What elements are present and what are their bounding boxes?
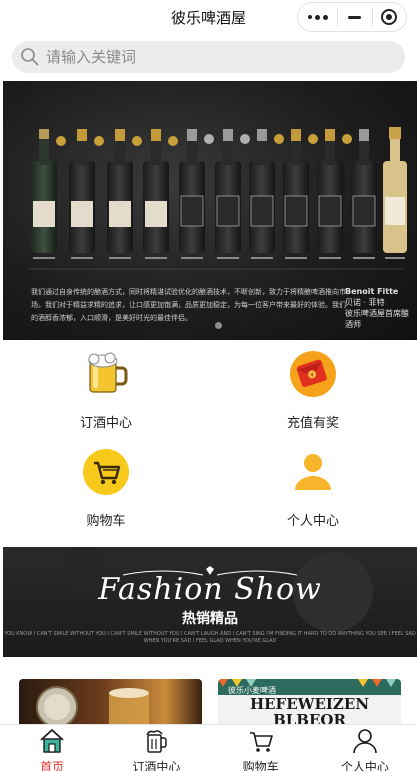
signature-role: 彼乐啤酒屋首席酿酒师 bbox=[345, 309, 409, 329]
fashion-lyric: YOU KNOW I CAN'T SMILE WITHOUT YOU I CAN… bbox=[4, 631, 416, 644]
home-icon bbox=[40, 729, 64, 753]
person-icon bbox=[353, 729, 377, 754]
target-close-icon[interactable] bbox=[373, 3, 406, 31]
tab-label: 购物车 bbox=[242, 760, 279, 771]
banner-signature: Benoit Fitte 贝诺 · 菲特 彼乐啤酒屋首席酿酒师 bbox=[345, 286, 411, 330]
fashion-show-banner[interactable]: Fashion Show 热销精品 YOU KNOW I CAN'T SMILE… bbox=[3, 547, 417, 657]
grid-item-order[interactable]: 订酒中心 bbox=[36, 340, 176, 431]
tab-label: 首页 bbox=[40, 760, 65, 771]
search-input[interactable] bbox=[46, 48, 376, 66]
banner-caption: 我们通过自身传统的酿酒方式，同时将精湛试验优化的酿酒技术，不断创新，致力于将精酿… bbox=[31, 288, 346, 322]
tab-order[interactable]: 订酒中心 bbox=[104, 725, 208, 771]
minimize-icon[interactable] bbox=[338, 3, 371, 31]
feature-grid: 订酒中心 ¥ 充值有奖 购物车 个人中心 bbox=[0, 340, 417, 540]
grid-item-label: 订酒中心 bbox=[79, 416, 132, 431]
product-card[interactable] bbox=[19, 679, 202, 727]
shopping-cart-icon bbox=[83, 449, 129, 495]
red-envelope-icon: ¥ bbox=[290, 351, 336, 397]
grid-item-profile[interactable]: 个人中心 bbox=[243, 438, 383, 529]
tab-cart[interactable]: 购物车 bbox=[209, 725, 313, 771]
tab-home[interactable]: 首页 bbox=[0, 725, 104, 771]
signature-cn: 贝诺 · 菲特 bbox=[345, 298, 385, 307]
user-icon bbox=[295, 454, 331, 490]
search-icon bbox=[21, 48, 39, 66]
grid-item-label: 个人中心 bbox=[286, 514, 339, 529]
product-card[interactable]: 彼乐小麦啤酒 HEFEWEIZEN BLBEOR bbox=[218, 679, 401, 727]
carousel-indicator-dot[interactable] bbox=[215, 322, 222, 329]
tab-label: 订酒中心 bbox=[132, 760, 181, 771]
beer-icon bbox=[146, 730, 168, 753]
grid-item-cart[interactable]: 购物车 bbox=[36, 438, 176, 529]
more-dots-icon[interactable] bbox=[298, 3, 337, 31]
product-card-headline: HEFEWEIZEN BLBEOR bbox=[218, 695, 401, 727]
fashion-subtitle: 热销精品 bbox=[182, 611, 238, 627]
fashion-title: Fashion Show bbox=[98, 572, 322, 607]
grid-item-label: 购物车 bbox=[86, 514, 126, 529]
search-bar[interactable] bbox=[12, 41, 405, 73]
signature-name: Benoit Fitte bbox=[345, 287, 399, 296]
product-card-image bbox=[36, 686, 149, 727]
hero-banner[interactable]: 我们通过自身传统的酿酒方式，同时将精湛试验优化的酿酒技术，不断创新，致力于将精酿… bbox=[3, 81, 417, 340]
top-nav-bar: 彼乐啤酒屋 bbox=[0, 0, 417, 34]
bottom-tab-bar: 首页 订酒中心 购物车 个人中心 bbox=[0, 724, 417, 771]
beer-mug-icon bbox=[88, 352, 128, 393]
tab-label: 个人中心 bbox=[340, 760, 389, 771]
menu-capsule bbox=[297, 2, 407, 32]
cart-icon bbox=[249, 732, 273, 752]
grid-item-recharge[interactable]: ¥ 充值有奖 bbox=[243, 340, 383, 431]
tab-profile[interactable]: 个人中心 bbox=[313, 725, 417, 771]
grid-item-label: 充值有奖 bbox=[286, 416, 339, 431]
